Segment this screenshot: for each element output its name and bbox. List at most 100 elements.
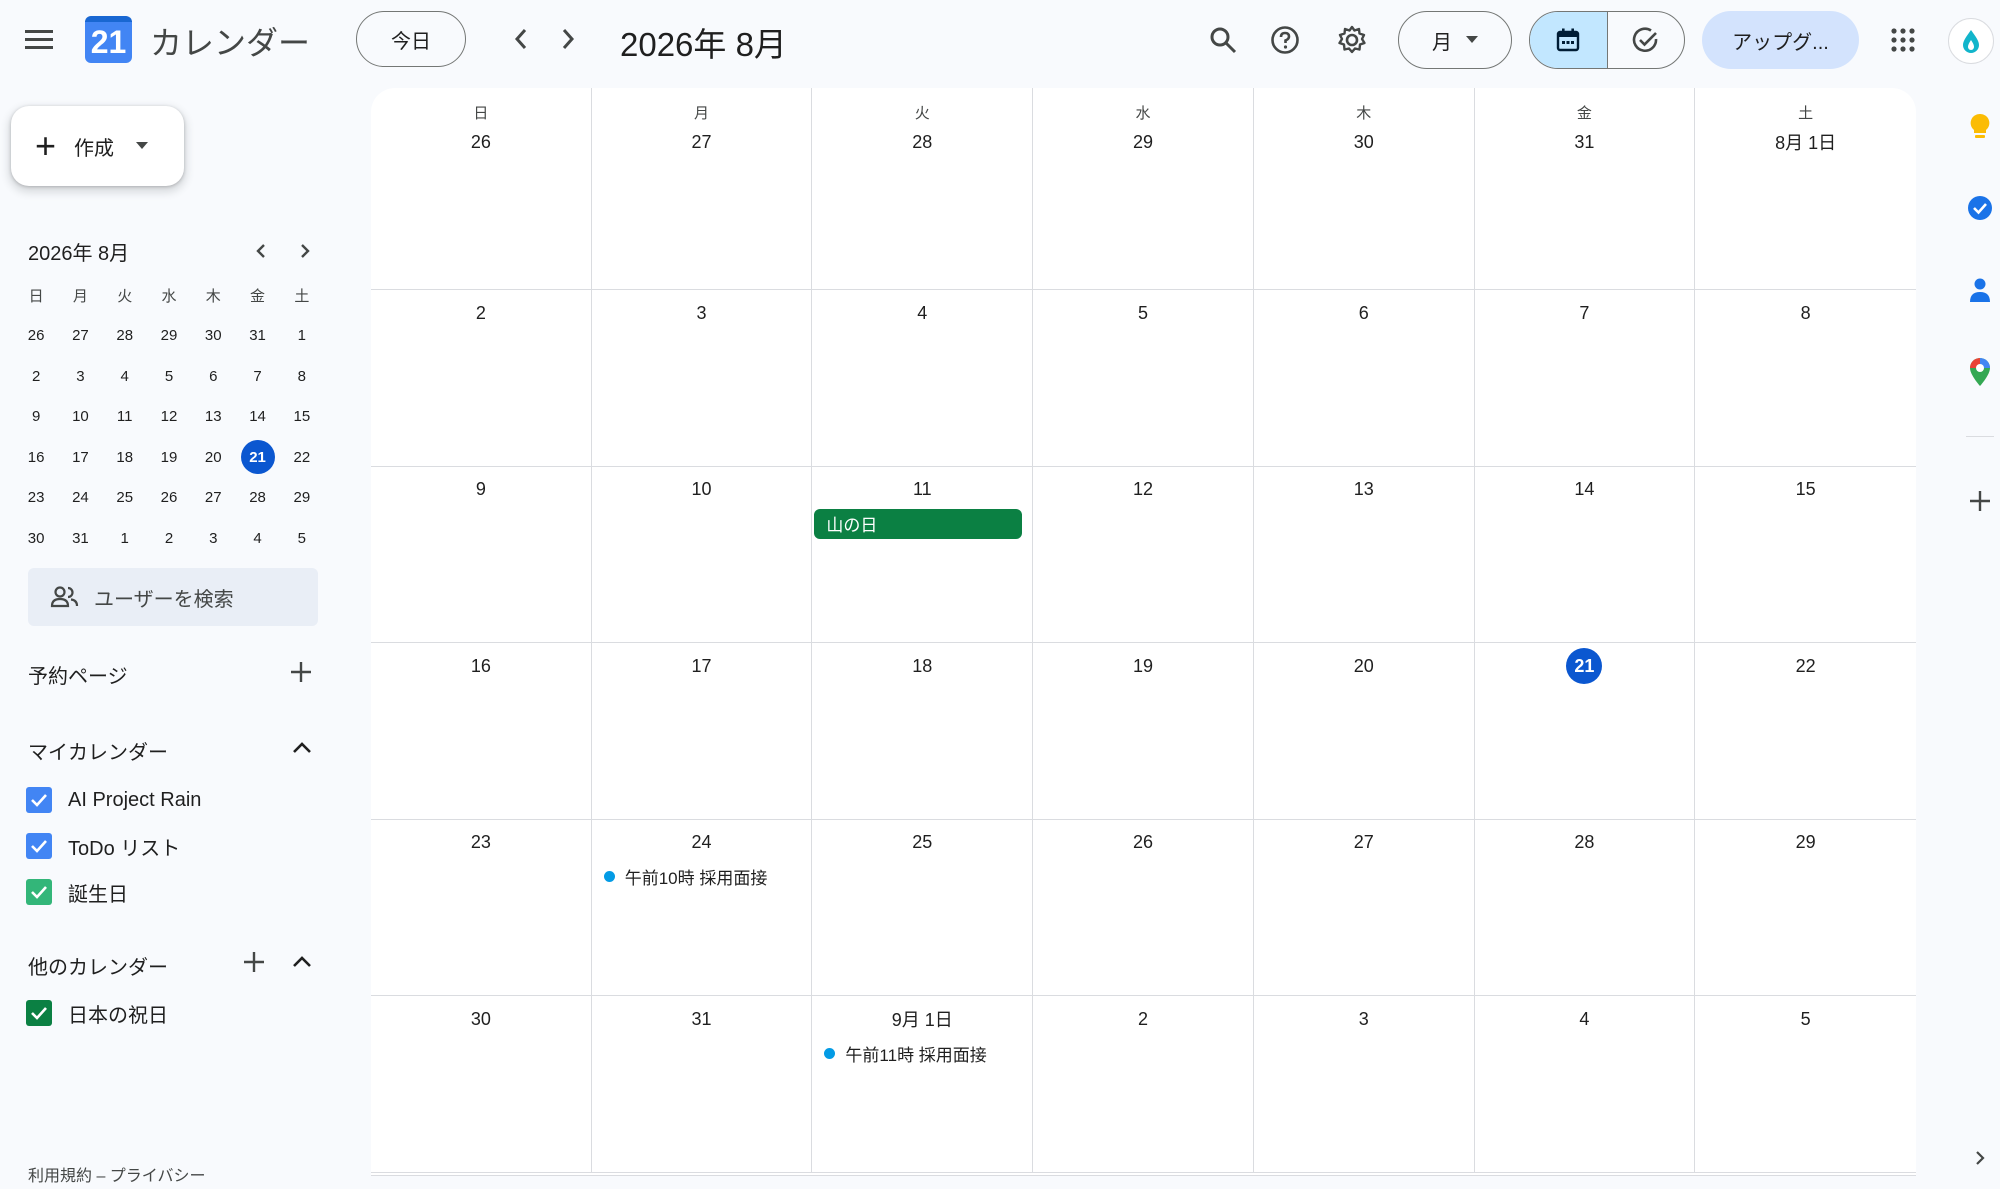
day-number[interactable]: 16 — [463, 648, 499, 684]
day-cell[interactable]: 29 — [1695, 820, 1916, 996]
day-number[interactable]: 22 — [1788, 648, 1824, 684]
day-number[interactable]: 6 — [1346, 295, 1382, 331]
mini-calendar-day[interactable]: 13 — [191, 400, 235, 434]
search-people-field[interactable]: ユーザーを検索 — [28, 568, 318, 626]
day-number[interactable]: 2 — [463, 295, 499, 331]
terms-privacy-link[interactable]: 利用規約 – プライバシー — [28, 1162, 205, 1186]
mini-calendar-day[interactable]: 7 — [235, 359, 279, 393]
day-cell[interactable]: 15 — [1695, 467, 1916, 643]
calendar-checkbox[interactable] — [26, 833, 52, 859]
mini-calendar-day[interactable]: 26 — [14, 319, 58, 353]
day-number[interactable]: 7 — [1566, 295, 1602, 331]
day-number[interactable]: 8月 1日 — [1771, 124, 1840, 160]
mini-calendar-day[interactable]: 8 — [280, 359, 324, 393]
day-cell[interactable]: 4 — [812, 290, 1034, 467]
mini-calendar-day[interactable]: 3 — [58, 359, 102, 393]
day-number[interactable]: 29 — [1125, 124, 1161, 160]
day-number[interactable]: 20 — [1346, 648, 1382, 684]
day-cell[interactable]: 24 午前10時 採用面接 — [591, 819, 813, 996]
mini-calendar-day[interactable]: 4 — [103, 359, 147, 393]
day-cell[interactable]: 水 29 — [1033, 88, 1254, 290]
mini-calendar-day[interactable]: 29 — [147, 319, 191, 353]
day-cell[interactable]: 8 — [1695, 290, 1916, 467]
day-number[interactable]: 4 — [1566, 1001, 1602, 1037]
mini-calendar-day[interactable]: 21 — [235, 440, 279, 475]
collapse-my-calendars-button[interactable] — [285, 731, 319, 765]
day-cell[interactable]: 4 — [1474, 996, 1696, 1173]
mini-calendar-prev-button[interactable] — [246, 236, 276, 266]
day-number[interactable]: 5 — [1125, 295, 1161, 331]
day-number[interactable]: 3 — [1346, 1001, 1382, 1037]
day-cell[interactable]: 9月 1日 午前11時 採用面接 — [812, 996, 1034, 1173]
tasks-view-toggle[interactable] — [1606, 12, 1685, 68]
day-cell[interactable]: 日 26 — [371, 88, 592, 290]
mini-calendar-day[interactable]: 31 — [58, 521, 102, 555]
day-cell[interactable]: 25 — [812, 819, 1034, 996]
mini-calendar-day[interactable]: 17 — [58, 440, 102, 474]
add-other-calendar-button[interactable] — [237, 945, 271, 979]
day-number[interactable]: 5 — [1788, 1001, 1824, 1037]
day-number[interactable]: 24 — [684, 825, 720, 861]
day-cell[interactable]: 13 — [1253, 466, 1475, 643]
mini-calendar-day[interactable]: 19 — [147, 440, 191, 474]
mini-calendar-day[interactable]: 27 — [58, 319, 102, 353]
day-number[interactable]: 25 — [904, 825, 940, 861]
day-cell[interactable]: 31 — [591, 996, 813, 1173]
mini-calendar-day[interactable]: 26 — [147, 481, 191, 515]
calendar-item-japan-holidays[interactable]: 日本の祝日 — [26, 995, 168, 1031]
day-cell[interactable]: 月 27 — [591, 88, 813, 290]
calendar-item-todo-list[interactable]: ToDo リスト — [26, 828, 180, 864]
get-addons-button[interactable] — [1960, 481, 2000, 521]
show-side-panel-button[interactable] — [1960, 1138, 2000, 1178]
mini-calendar-day[interactable]: 3 — [191, 521, 235, 555]
day-number[interactable]: 30 — [1346, 124, 1382, 160]
day-number[interactable]: 26 — [1125, 825, 1161, 861]
create-button[interactable]: + 作成 — [11, 106, 184, 186]
day-cell[interactable]: 3 — [591, 290, 813, 467]
mini-calendar-day[interactable]: 5 — [147, 359, 191, 393]
holiday-event-chip[interactable]: 山の日 — [814, 508, 1023, 539]
day-cell[interactable]: 11 山の日 — [812, 466, 1034, 643]
day-number[interactable]: 18 — [904, 648, 940, 684]
mini-calendar-day[interactable]: 1 — [280, 319, 324, 353]
day-cell[interactable]: 5 — [1695, 996, 1916, 1173]
calendar-logo[interactable]: 21 — [85, 16, 132, 63]
next-period-button[interactable] — [545, 16, 591, 62]
mini-calendar-day[interactable]: 9 — [14, 400, 58, 434]
day-cell[interactable]: 金 31 — [1474, 88, 1696, 290]
day-cell[interactable]: 21 — [1474, 643, 1696, 820]
mini-calendar-day[interactable]: 23 — [14, 481, 58, 515]
day-number[interactable]: 28 — [904, 124, 940, 160]
day-number[interactable]: 8 — [1788, 295, 1824, 331]
day-number[interactable]: 2 — [1125, 1001, 1161, 1037]
day-cell[interactable]: 18 — [812, 643, 1034, 820]
today-button[interactable]: 今日 — [356, 11, 466, 67]
mini-calendar-day[interactable]: 5 — [280, 521, 324, 555]
day-cell[interactable]: 土 8月 1日 — [1695, 88, 1916, 290]
day-cell[interactable]: 17 — [591, 643, 813, 820]
day-cell[interactable]: 27 — [1253, 819, 1475, 996]
day-number[interactable]: 27 — [684, 124, 720, 160]
contacts-button[interactable] — [1960, 270, 2000, 310]
mini-calendar-day[interactable]: 4 — [235, 521, 279, 555]
day-cell[interactable]: 10 — [591, 466, 813, 643]
mini-calendar-next-button[interactable] — [290, 236, 320, 266]
keep-button[interactable] — [1960, 106, 2000, 146]
day-number[interactable]: 9月 1日 — [888, 1001, 957, 1037]
mini-calendar-day[interactable]: 12 — [147, 400, 191, 434]
mini-calendar-day[interactable]: 29 — [280, 481, 324, 515]
add-booking-page-button[interactable] — [284, 655, 318, 689]
previous-period-button[interactable] — [498, 16, 544, 62]
mini-calendar-day[interactable]: 15 — [280, 400, 324, 434]
mini-calendar-day[interactable]: 28 — [103, 319, 147, 353]
mini-calendar-day[interactable]: 20 — [191, 440, 235, 474]
calendar-item-birthdays[interactable]: 誕生日 — [26, 874, 128, 910]
day-cell[interactable]: 3 — [1253, 996, 1475, 1173]
calendar-checkbox[interactable] — [26, 1000, 52, 1026]
day-number[interactable]: 17 — [684, 648, 720, 684]
day-cell[interactable]: 9 — [371, 466, 592, 643]
day-number[interactable]: 26 — [463, 124, 499, 160]
mini-calendar-day[interactable]: 2 — [14, 359, 58, 393]
day-cell[interactable]: 28 — [1474, 819, 1696, 996]
mini-calendar-day[interactable]: 24 — [58, 481, 102, 515]
